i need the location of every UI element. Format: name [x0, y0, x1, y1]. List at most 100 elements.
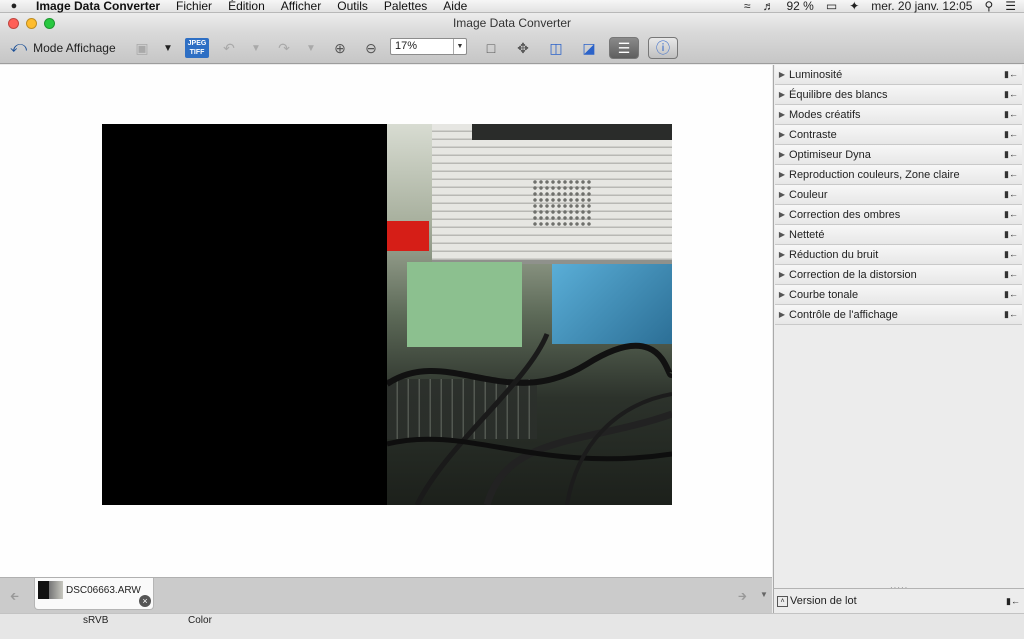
menu-app-name[interactable]: Image Data Converter: [28, 0, 168, 13]
disclosure-triangle-icon: ▶: [778, 270, 786, 279]
view-mode-button[interactable]: ⤺ Mode Affichage: [10, 38, 120, 58]
palette-row[interactable]: ▶ Équilibre des blancs ▮←: [775, 85, 1022, 105]
fit-to-window-button[interactable]: □: [481, 38, 501, 58]
palette-row[interactable]: ▶ Optimiseur Dyna ▮←: [775, 145, 1022, 165]
thumbnail-tab[interactable]: DSC06663.ARW ×: [34, 578, 154, 610]
wifi-icon[interactable]: ≈: [744, 0, 751, 13]
expand-icon[interactable]: ˄: [777, 595, 788, 607]
spotlight-search-icon[interactable]: ⚲: [984, 0, 993, 13]
menu-edition[interactable]: Édition: [220, 0, 273, 13]
save-dropdown-button[interactable]: ▼: [161, 38, 175, 58]
palette-row[interactable]: ▶ Correction des ombres ▮←: [775, 205, 1022, 225]
undo-button[interactable]: ↶: [220, 38, 238, 58]
rotate-left-button[interactable]: ◫: [545, 38, 567, 58]
disclosure-triangle-icon: ▶: [778, 310, 786, 319]
dock-icon[interactable]: ▮←: [1004, 209, 1018, 220]
dock-icon[interactable]: ▮←: [1004, 149, 1018, 160]
window-title: Image Data Converter: [452, 16, 572, 30]
actual-size-button[interactable]: ✥: [513, 38, 533, 58]
palette-row[interactable]: ▶ Modes créatifs ▮←: [775, 105, 1022, 125]
menu-palettes[interactable]: Palettes: [376, 0, 435, 13]
palette-row[interactable]: ▶ Reproduction couleurs, Zone claire ▮←: [775, 165, 1022, 185]
rotate-right-button[interactable]: ◪: [578, 38, 600, 58]
sliders-icon: ☰: [617, 39, 631, 56]
status-color-mode: Color: [188, 615, 212, 626]
minimize-window-button[interactable]: [26, 18, 37, 29]
dock-icon[interactable]: ▮←: [1004, 129, 1018, 140]
triangle-down-icon[interactable]: ▼: [760, 590, 768, 599]
apple-icon[interactable]: ●: [0, 0, 28, 12]
palette-row[interactable]: ▶ Contraste ▮←: [775, 125, 1022, 145]
zoom-window-button[interactable]: [44, 18, 55, 29]
palette-row[interactable]: ▶ Netteté ▮←: [775, 225, 1022, 245]
dock-icon[interactable]: ▮←: [1004, 229, 1018, 240]
info-palette-toggle[interactable]: ⓘ: [648, 37, 678, 59]
palette-row[interactable]: ▶ Couleur ▮←: [775, 185, 1022, 205]
back-arrow-icon: ⤺: [10, 39, 28, 56]
tiff-label: TIFF: [189, 49, 205, 56]
palette-row[interactable]: ▶ Courbe tonale ▮←: [775, 285, 1022, 305]
disclosure-triangle-icon: ▶: [778, 90, 786, 99]
floppy-icon: ▣: [135, 39, 149, 56]
zoom-select[interactable]: 17% ▼: [390, 38, 467, 55]
image-canvas[interactable]: [0, 65, 772, 577]
disclosure-triangle-icon: ▶: [778, 110, 786, 119]
batch-version-row[interactable]: ˄ Version de lot ▮←: [773, 588, 1024, 613]
zoom-out-button[interactable]: ⊖: [361, 38, 381, 58]
palette-row[interactable]: ▶ Réduction du bruit ▮←: [775, 245, 1022, 265]
arrow-right-icon[interactable]: 🡲: [738, 588, 747, 607]
menu-afficher[interactable]: Afficher: [273, 0, 329, 13]
dock-icon[interactable]: ▮←: [1004, 69, 1018, 80]
dock-icon[interactable]: ▮←: [1006, 596, 1020, 607]
palette-row[interactable]: ▶ Contrôle de l'affichage ▮←: [775, 305, 1022, 325]
zoom-in-button[interactable]: ⊕: [330, 38, 350, 58]
menu-outils[interactable]: Outils: [329, 0, 376, 13]
triangle-down-icon: ▼: [163, 42, 173, 54]
dock-icon[interactable]: ▮←: [1004, 89, 1018, 100]
close-icon[interactable]: ×: [139, 595, 151, 607]
disclosure-triangle-icon: ▶: [778, 250, 786, 259]
convert-jpeg-tiff-button[interactable]: JPEG TIFF: [184, 38, 210, 58]
crosshair-icon: ✥: [517, 39, 529, 56]
rotate-right-icon: ◪: [582, 39, 596, 56]
status-colorspace: sRVB: [83, 615, 109, 626]
fit-window-icon: □: [486, 40, 496, 56]
dock-icon[interactable]: ▮←: [1004, 309, 1018, 320]
redo-button[interactable]: ↷: [275, 38, 293, 58]
photo-cables: [387, 333, 672, 505]
palette-row[interactable]: ▶ Luminosité ▮←: [775, 65, 1022, 85]
window-title-bar: Image Data Converter: [0, 14, 1024, 33]
chevron-down-icon: ▼: [453, 39, 466, 54]
dock-icon[interactable]: ▮←: [1004, 109, 1018, 120]
rotate-left-icon: ◫: [549, 39, 563, 56]
palette-row[interactable]: ▶ Correction de la distorsion ▮←: [775, 265, 1022, 285]
dock-icon[interactable]: ▮←: [1004, 289, 1018, 300]
volume-icon[interactable]: ♬: [762, 0, 774, 13]
save-button[interactable]: ▣: [133, 38, 151, 58]
clock[interactable]: mer. 20 janv. 12:05: [871, 0, 972, 13]
dock-icon[interactable]: ▮←: [1004, 269, 1018, 280]
notification-center-icon[interactable]: ☰: [1005, 0, 1016, 13]
dock-icon[interactable]: ▮←: [1004, 189, 1018, 200]
photo-preview: [102, 124, 672, 505]
location-icon[interactable]: ✦: [849, 0, 859, 13]
disclosure-triangle-icon: ▶: [778, 170, 786, 179]
dock-icon[interactable]: ▮←: [1004, 249, 1018, 260]
menu-bar: ● Image Data Converter Fichier Édition A…: [0, 0, 1024, 13]
dock-icon[interactable]: ▮←: [1004, 169, 1018, 180]
close-window-button[interactable]: [8, 18, 19, 29]
zoom-out-icon: ⊖: [365, 39, 377, 56]
triangle-down-icon: ▼: [306, 42, 316, 54]
disclosure-triangle-icon: ▶: [778, 290, 786, 299]
arrow-left-icon[interactable]: 🡰: [10, 588, 19, 607]
redo-dropdown-button[interactable]: ▼: [304, 38, 318, 58]
menu-fichier[interactable]: Fichier: [168, 0, 220, 13]
battery-icon: ▭: [825, 0, 838, 13]
jpeg-label: JPEG: [187, 40, 207, 47]
battery-status[interactable]: 92 %: [786, 0, 813, 13]
info-icon: ⓘ: [656, 40, 670, 56]
menu-aide[interactable]: Aide: [435, 0, 475, 13]
view-mode-label: Mode Affichage: [33, 41, 116, 55]
undo-dropdown-button[interactable]: ▼: [249, 38, 263, 58]
adjustments-palette-toggle[interactable]: ☰: [609, 37, 639, 59]
